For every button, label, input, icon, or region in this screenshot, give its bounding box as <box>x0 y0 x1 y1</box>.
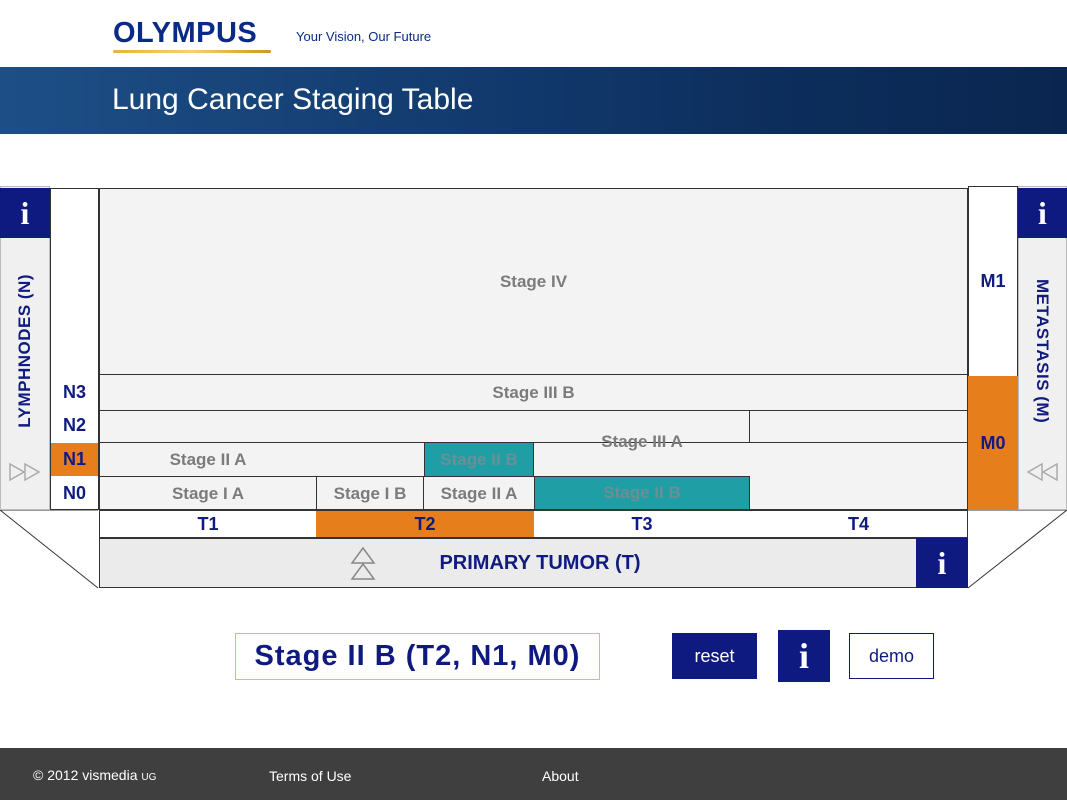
m-axis-label-wrap: METASTASIS (M) <box>1025 246 1059 456</box>
n-row-n0[interactable]: N0 <box>50 476 99 510</box>
m-row-m0[interactable]: M0 <box>968 376 1018 510</box>
t-info-button[interactable]: i <box>916 538 968 588</box>
info-icon: i <box>798 636 809 676</box>
stage-iib-n1-cell[interactable]: Stage II B <box>424 442 534 477</box>
n-info-button[interactable]: i <box>0 188 50 238</box>
footer <box>0 748 1067 800</box>
logo-wordmark: OLYMPUS <box>113 17 258 49</box>
stage-result-display: Stage II B (T2, N1, M0) <box>235 633 600 680</box>
n-axis-label-wrap: LYMPHNODES (N) <box>8 246 42 456</box>
brand-tagline: Your Vision, Our Future <box>296 29 432 44</box>
info-icon: i <box>937 544 947 581</box>
olympus-logo: OLYMPUS <box>113 18 273 54</box>
stage-ia-cell[interactable]: Stage I A <box>100 477 316 510</box>
n2-step-horizontal <box>749 442 968 443</box>
stage-iv-region[interactable]: Stage IV <box>100 189 967 375</box>
terms-of-use-link[interactable]: Terms of Use <box>269 768 351 784</box>
stage-iiib-region[interactable]: Stage III B <box>100 375 967 411</box>
m-back-icon[interactable] <box>1024 460 1060 484</box>
n-axis-label: LYMPHNODES (N) <box>15 274 34 428</box>
stage-iiia-region[interactable]: Stage III A <box>534 426 750 458</box>
t-col-t4[interactable]: T4 <box>750 511 967 537</box>
info-icon: i <box>20 194 30 231</box>
info-button[interactable]: i <box>778 630 830 682</box>
n-forward-icon[interactable] <box>8 460 44 484</box>
m-row-m1[interactable]: M1 <box>968 188 1018 374</box>
t-col-t2[interactable]: T2 <box>316 511 534 537</box>
stage-ib-cell[interactable]: Stage I B <box>316 477 424 510</box>
m-info-button[interactable]: i <box>1018 188 1067 238</box>
demo-button[interactable]: demo <box>849 633 934 679</box>
copyright: © 2012 vismedia UG <box>33 767 156 783</box>
page-title: Lung Cancer Staging Table <box>112 83 474 116</box>
info-icon: i <box>1038 194 1047 231</box>
logo-swoosh <box>113 50 271 53</box>
n-row-n3[interactable]: N3 <box>50 375 99 409</box>
reset-button[interactable]: reset <box>672 633 757 679</box>
m-axis-label: METASTASIS (M) <box>1033 278 1052 424</box>
stage-iia-n1-cell[interactable]: Stage II A <box>100 443 316 476</box>
t-axis-label: PRIMARY TUMOR (T) <box>439 551 641 574</box>
staging-table: i LYMPHNODES (N) N3 N2 N1 N0 Stage IV St… <box>0 186 1067 590</box>
n-row-n1[interactable]: N1 <box>51 443 98 476</box>
n-row-n2[interactable]: N2 <box>50 409 99 442</box>
t-up-icon[interactable] <box>349 546 377 582</box>
copyright-text: © 2012 vismedia <box>33 767 138 783</box>
stage-iib-n0-cell[interactable]: Stage II B <box>534 476 750 510</box>
t-col-t1[interactable]: T1 <box>100 511 316 537</box>
copyright-suffix: UG <box>141 772 157 783</box>
t-col-t3[interactable]: T3 <box>534 511 750 537</box>
about-link[interactable]: About <box>542 768 579 784</box>
stage-iia-n0-cell[interactable]: Stage II A <box>424 477 534 510</box>
